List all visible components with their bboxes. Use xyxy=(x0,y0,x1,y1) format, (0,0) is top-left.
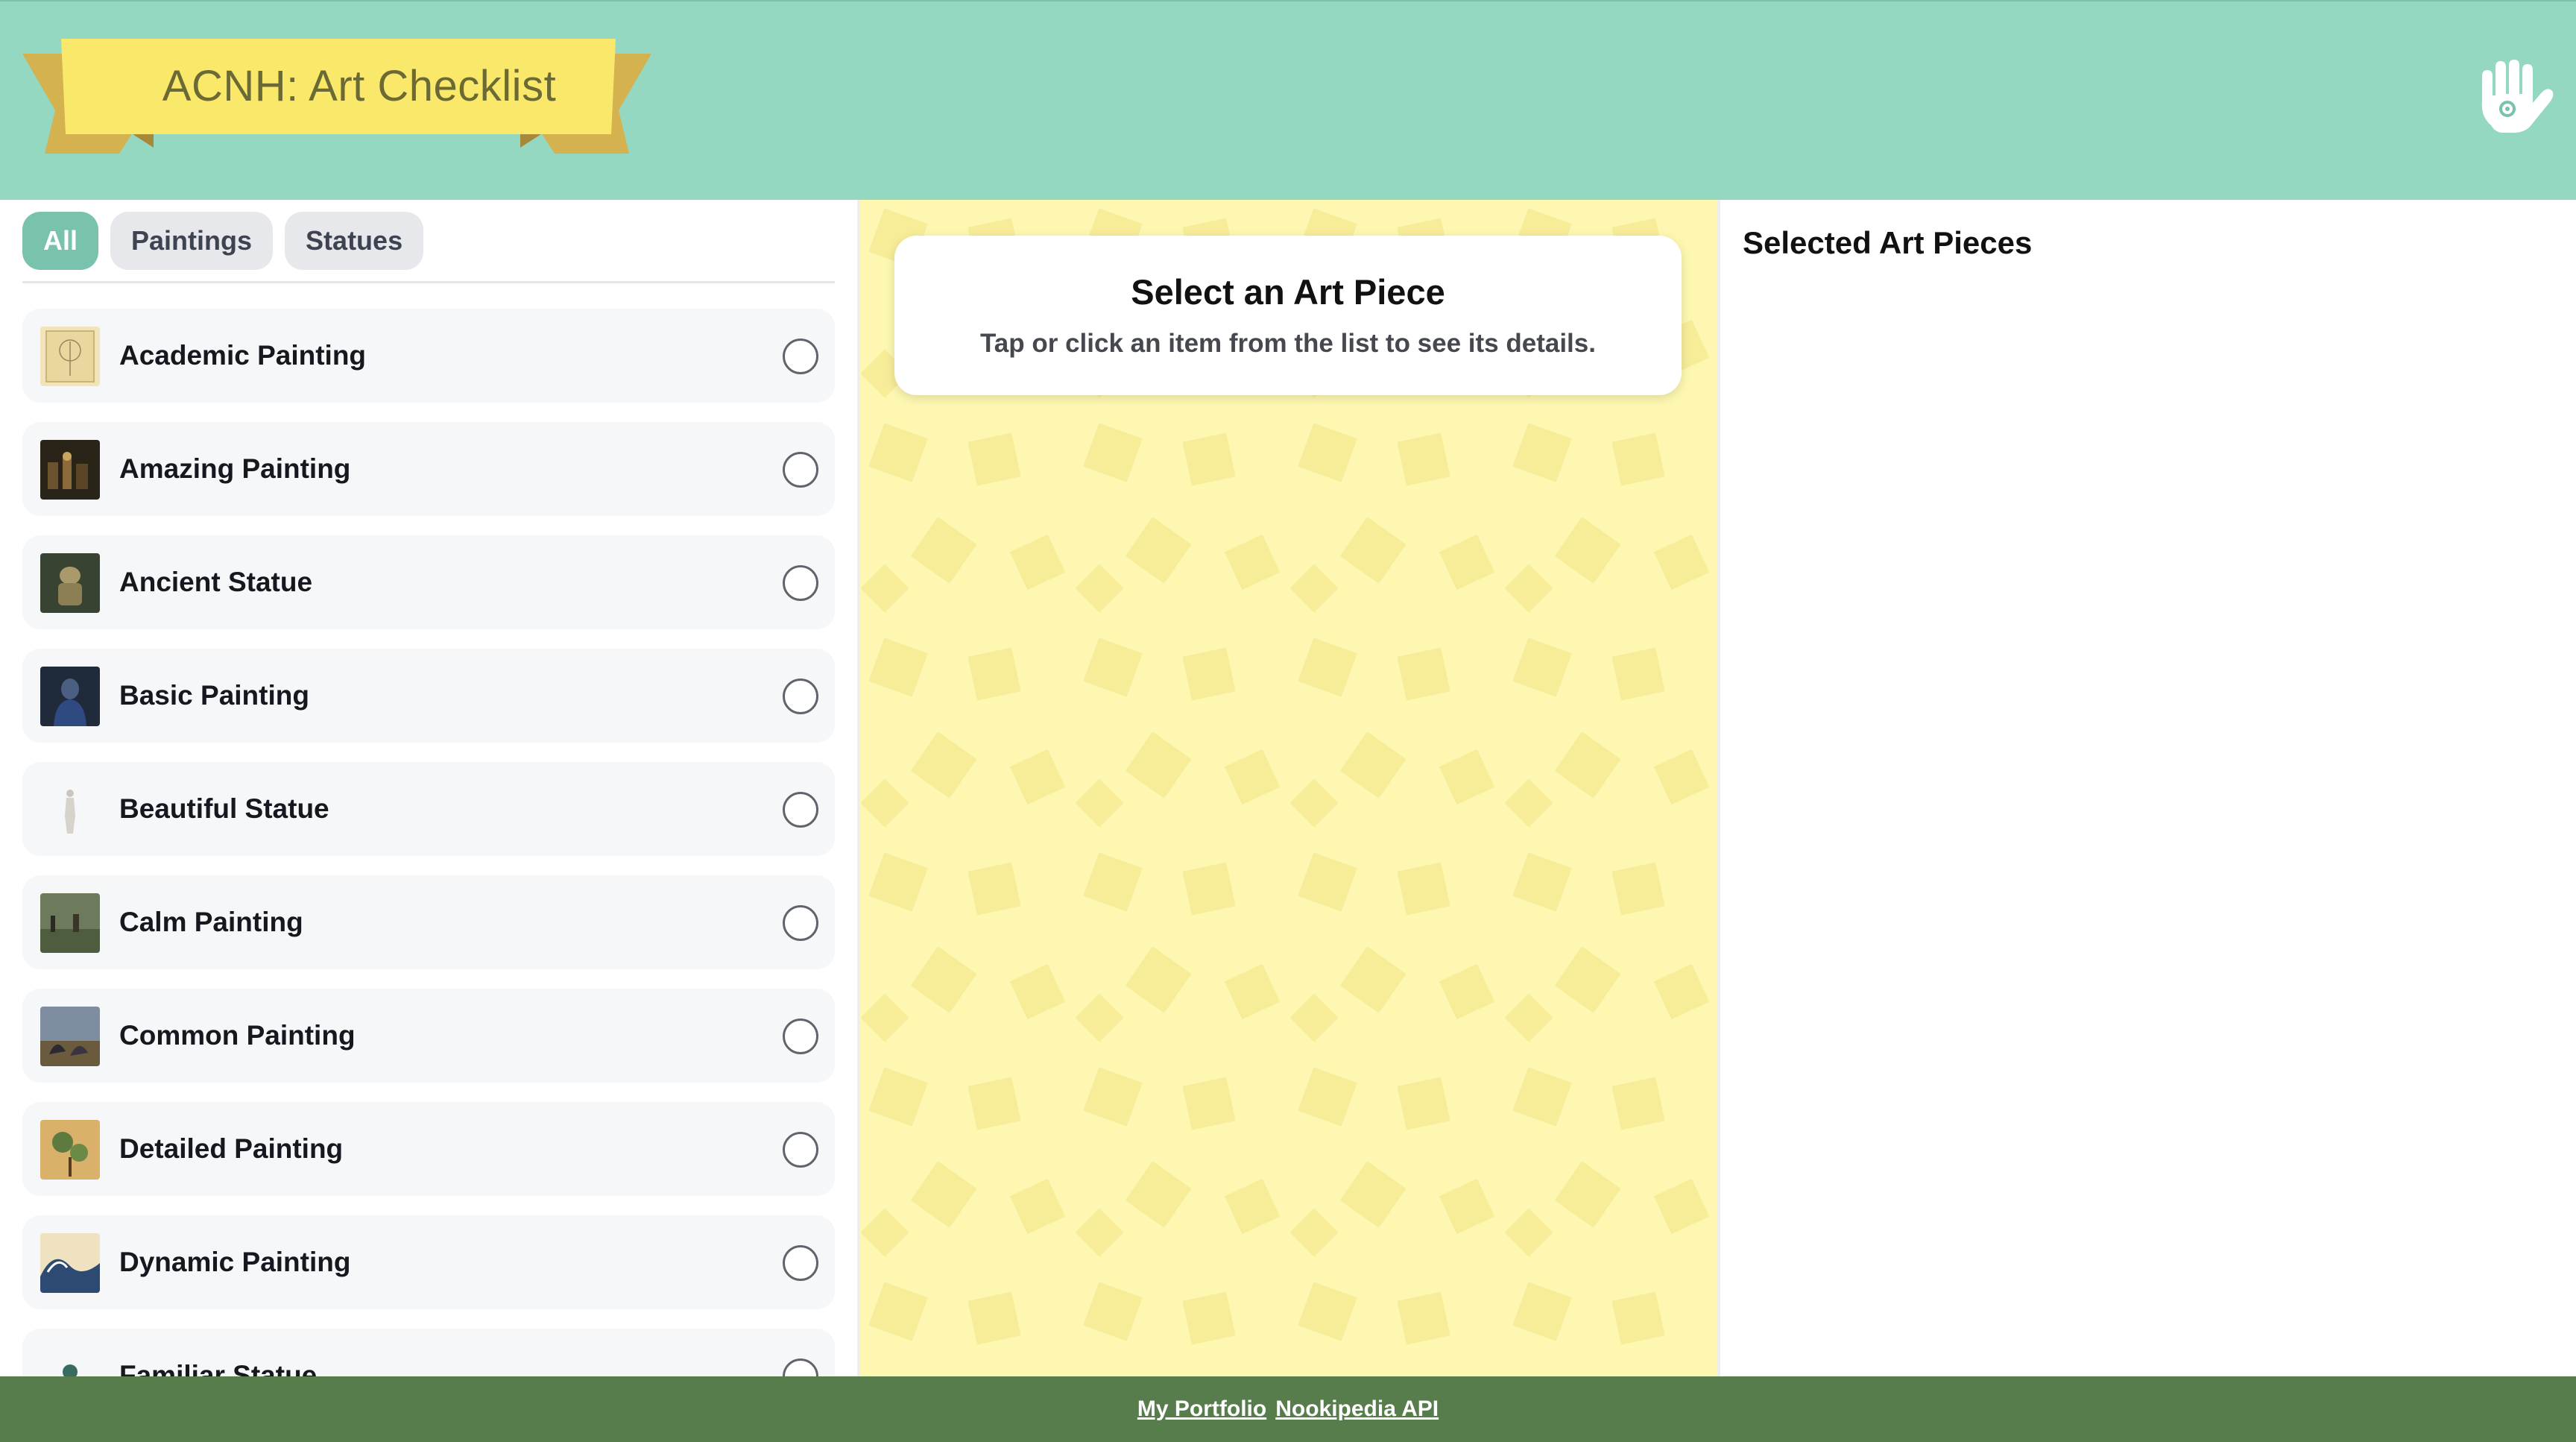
art-item-label: Common Painting xyxy=(119,1020,356,1051)
art-item-academic-painting[interactable]: Academic Painting xyxy=(22,309,835,403)
detail-panel: Select an Art Piece Tap or click an item… xyxy=(860,200,1717,1376)
checklist-radio[interactable] xyxy=(783,565,818,601)
art-list-panel: All Paintings Statues Academic Painting … xyxy=(0,200,859,1376)
art-item-calm-painting[interactable]: Calm Painting xyxy=(22,875,835,969)
art-item-label: Calm Painting xyxy=(119,907,303,937)
title-banner: ACNH: Art Checklist xyxy=(22,36,651,155)
checklist-radio[interactable] xyxy=(783,1018,818,1054)
thumbnail-image xyxy=(40,327,100,386)
checklist-radio[interactable] xyxy=(783,905,818,941)
art-item-label: Ancient Statue xyxy=(119,567,313,597)
art-item-dynamic-painting[interactable]: Dynamic Painting xyxy=(22,1215,835,1309)
thumbnail-image xyxy=(40,780,100,840)
art-item-label: Academic Painting xyxy=(119,340,367,371)
select-title: Select an Art Piece xyxy=(1131,272,1445,312)
header: ACNH: Art Checklist xyxy=(0,0,2576,200)
portfolio-link[interactable]: My Portfolio xyxy=(1137,1397,1266,1422)
art-item-label: Detailed Painting xyxy=(119,1133,344,1164)
thumbnail-image xyxy=(40,1120,100,1180)
select-subtitle: Tap or click an item from the list to se… xyxy=(980,329,1596,358)
footer: My Portfolio Nookipedia API xyxy=(0,1376,2576,1442)
thumbnail-image xyxy=(40,1347,100,1376)
selected-panel: Selected Art Pieces xyxy=(1720,200,2576,1376)
select-prompt-card: Select an Art Piece Tap or click an item… xyxy=(894,236,1682,395)
thumbnail-image xyxy=(40,440,100,500)
art-item-label: Beautiful Statue xyxy=(119,793,329,824)
art-item-ancient-statue[interactable]: Ancient Statue xyxy=(22,535,835,629)
art-item-detailed-painting[interactable]: Detailed Painting xyxy=(22,1102,835,1196)
thumbnail-image xyxy=(40,1233,100,1293)
checklist-radio[interactable] xyxy=(783,339,818,374)
art-item-beautiful-statue[interactable]: Beautiful Statue xyxy=(22,762,835,856)
checklist-radio[interactable] xyxy=(783,1358,818,1376)
filter-bar: All Paintings Statues xyxy=(22,212,835,283)
thumbnail-image xyxy=(40,667,100,726)
checklist-radio[interactable] xyxy=(783,1245,818,1281)
checklist-radio[interactable] xyxy=(783,679,818,714)
checklist-radio[interactable] xyxy=(783,452,818,488)
app-title: ACNH: Art Checklist xyxy=(162,61,557,110)
checklist-radio[interactable] xyxy=(783,792,818,828)
nookipedia-api-link[interactable]: Nookipedia API xyxy=(1275,1397,1439,1422)
art-item-basic-painting[interactable]: Basic Painting xyxy=(22,649,835,743)
filter-paintings-button[interactable]: Paintings xyxy=(110,212,274,270)
art-item-amazing-painting[interactable]: Amazing Painting xyxy=(22,422,835,516)
hand-icon[interactable] xyxy=(2476,60,2554,134)
app-root: ACNH: Art Checklist All Paintings Statue… xyxy=(0,0,2576,1442)
filter-statues-button[interactable]: Statues xyxy=(285,212,424,270)
selected-title: Selected Art Pieces xyxy=(1743,225,2033,260)
checklist-radio[interactable] xyxy=(783,1132,818,1168)
art-item-label: Amazing Painting xyxy=(119,453,351,484)
art-item-label: Dynamic Painting xyxy=(119,1247,351,1277)
art-item-label: Basic Painting xyxy=(119,680,309,711)
art-item-common-painting[interactable]: Common Painting xyxy=(22,989,835,1083)
art-item-familiar-statue[interactable]: Familiar Statue xyxy=(22,1329,835,1376)
thumbnail-image xyxy=(40,553,100,613)
art-list: Academic Painting Amazing Painting Ancie… xyxy=(22,309,835,1376)
art-item-label: Familiar Statue xyxy=(119,1360,318,1376)
thumbnail-image xyxy=(40,1007,100,1066)
filter-all-button[interactable]: All xyxy=(22,212,99,270)
thumbnail-image xyxy=(40,893,100,953)
